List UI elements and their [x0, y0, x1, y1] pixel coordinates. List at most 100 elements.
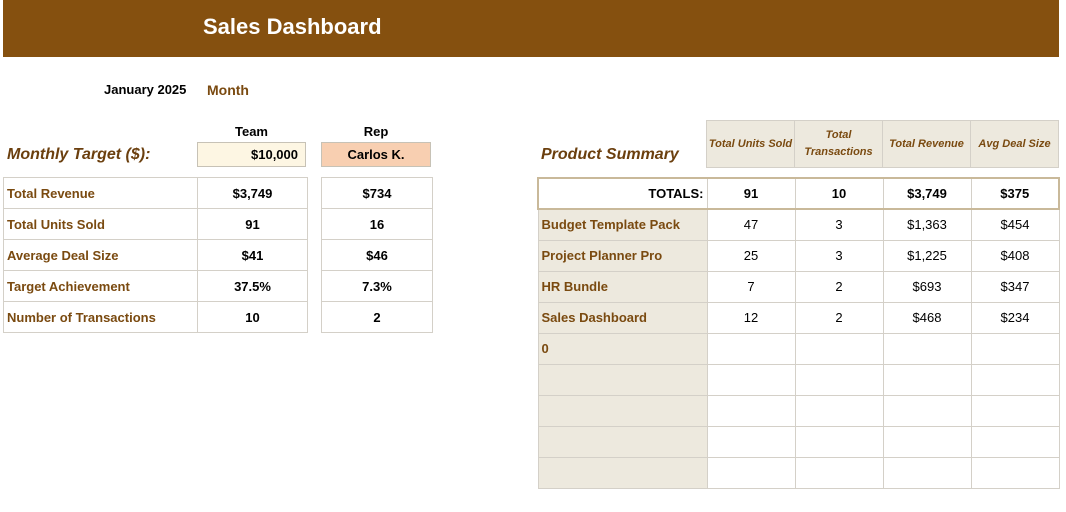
column-header-avg-deal: Avg Deal Size [970, 120, 1059, 168]
product-revenue[interactable]: $1,363 [882, 208, 972, 241]
kpi-label: Total Revenue [3, 177, 198, 209]
team-target-input[interactable]: $10,000 [197, 142, 306, 167]
product-revenue[interactable]: $468 [882, 301, 972, 334]
product-units[interactable]: 12 [706, 301, 796, 334]
product-avg[interactable] [970, 394, 1060, 427]
product-avg[interactable]: $347 [970, 270, 1060, 303]
product-transactions[interactable]: 2 [794, 270, 884, 303]
product-transactions[interactable]: 2 [794, 301, 884, 334]
column-header-transactions: Total Transactions [794, 120, 883, 168]
kpi-label: Number of Transactions [3, 301, 198, 333]
table-row: $46 [321, 239, 433, 271]
table-row: Sales Dashboard 12 2 $468 $234 [537, 301, 1060, 334]
product-summary-title: Product Summary [541, 146, 679, 163]
column-header-units: Total Units Sold [706, 120, 795, 168]
kpi-rep-value[interactable]: $734 [321, 177, 433, 209]
table-row [537, 425, 1060, 458]
table-row: Target Achievement 37.5% [3, 270, 308, 302]
table-row: 2 [321, 301, 433, 333]
product-revenue[interactable]: $693 [882, 270, 972, 303]
product-transactions[interactable] [794, 394, 884, 427]
product-avg[interactable] [970, 332, 1060, 365]
totals-revenue[interactable]: $3,749 [882, 177, 972, 210]
product-transactions[interactable]: 3 [794, 239, 884, 272]
column-header-revenue: Total Revenue [882, 120, 971, 168]
table-row: 0 [537, 332, 1060, 365]
product-name[interactable] [537, 425, 708, 458]
kpi-rep-value[interactable]: 16 [321, 208, 433, 240]
table-row: HR Bundle 7 2 $693 $347 [537, 270, 1060, 303]
table-row: 16 [321, 208, 433, 240]
table-row: Average Deal Size $41 [3, 239, 308, 271]
kpi-rep-table: $734 16 $46 7.3% 2 [321, 177, 433, 333]
product-transactions[interactable] [794, 425, 884, 458]
kpi-label: Target Achievement [3, 270, 198, 302]
header-banner: Sales Dashboard [3, 0, 1059, 57]
product-revenue[interactable] [882, 425, 972, 458]
kpi-label: Total Units Sold [3, 208, 198, 240]
table-row [537, 363, 1060, 396]
kpi-team-value[interactable]: 10 [197, 301, 308, 333]
table-row: Total Units Sold 91 [3, 208, 308, 240]
product-transactions[interactable]: 3 [794, 208, 884, 241]
team-column-header: Team [235, 124, 268, 139]
table-row: Number of Transactions 10 [3, 301, 308, 333]
product-name[interactable] [537, 394, 708, 427]
table-row [537, 394, 1060, 427]
product-name[interactable]: Budget Template Pack [537, 208, 708, 241]
kpi-team-value[interactable]: $41 [197, 239, 308, 271]
product-name[interactable] [537, 363, 708, 396]
kpi-team-value[interactable]: 37.5% [197, 270, 308, 302]
product-units[interactable] [706, 332, 796, 365]
product-avg[interactable]: $408 [970, 239, 1060, 272]
kpi-team-value[interactable]: $3,749 [197, 177, 308, 209]
product-name[interactable]: Project Planner Pro [537, 239, 708, 272]
totals-avg[interactable]: $375 [970, 177, 1060, 210]
product-avg[interactable] [970, 363, 1060, 396]
table-row: Budget Template Pack 47 3 $1,363 $454 [537, 208, 1060, 241]
product-units[interactable] [706, 456, 796, 489]
monthly-target-label: Monthly Target ($): [7, 146, 151, 163]
kpi-label: Average Deal Size [3, 239, 198, 271]
product-revenue[interactable] [882, 394, 972, 427]
product-transactions[interactable] [794, 456, 884, 489]
period-date[interactable]: January 2025 [104, 82, 186, 97]
kpi-rep-value[interactable]: $46 [321, 239, 433, 271]
table-row: $734 [321, 177, 433, 209]
product-name[interactable] [537, 456, 708, 489]
table-row: 7.3% [321, 270, 433, 302]
rep-select[interactable]: Carlos K. [321, 142, 431, 167]
totals-row: TOTALS: 91 10 $3,749 $375 [537, 177, 1060, 210]
totals-units[interactable]: 91 [706, 177, 796, 210]
product-units[interactable] [706, 425, 796, 458]
product-name[interactable]: Sales Dashboard [537, 301, 708, 334]
kpi-rep-value[interactable]: 7.3% [321, 270, 433, 302]
page-title: Sales Dashboard [203, 14, 382, 39]
period-label: Month [207, 82, 249, 98]
kpi-team-table: Total Revenue $3,749 Total Units Sold 91… [3, 177, 308, 333]
table-row: Project Planner Pro 25 3 $1,225 $408 [537, 239, 1060, 272]
kpi-rep-value[interactable]: 2 [321, 301, 433, 333]
product-avg[interactable]: $234 [970, 301, 1060, 334]
product-transactions[interactable] [794, 363, 884, 396]
product-avg[interactable] [970, 456, 1060, 489]
product-revenue[interactable] [882, 363, 972, 396]
kpi-team-value[interactable]: 91 [197, 208, 308, 240]
product-revenue[interactable] [882, 332, 972, 365]
product-summary-table: TOTALS: 91 10 $3,749 $375 Budget Templat… [537, 177, 1060, 489]
product-name[interactable]: 0 [537, 332, 708, 365]
product-units[interactable] [706, 363, 796, 396]
product-revenue[interactable]: $1,225 [882, 239, 972, 272]
product-units[interactable] [706, 394, 796, 427]
product-name[interactable]: HR Bundle [537, 270, 708, 303]
product-units[interactable]: 47 [706, 208, 796, 241]
product-units[interactable]: 7 [706, 270, 796, 303]
rep-column-header: Rep [363, 124, 389, 139]
product-revenue[interactable] [882, 456, 972, 489]
totals-transactions[interactable]: 10 [794, 177, 884, 210]
product-transactions[interactable] [794, 332, 884, 365]
product-units[interactable]: 25 [706, 239, 796, 272]
product-avg[interactable] [970, 425, 1060, 458]
product-avg[interactable]: $454 [970, 208, 1060, 241]
table-row [537, 456, 1060, 489]
